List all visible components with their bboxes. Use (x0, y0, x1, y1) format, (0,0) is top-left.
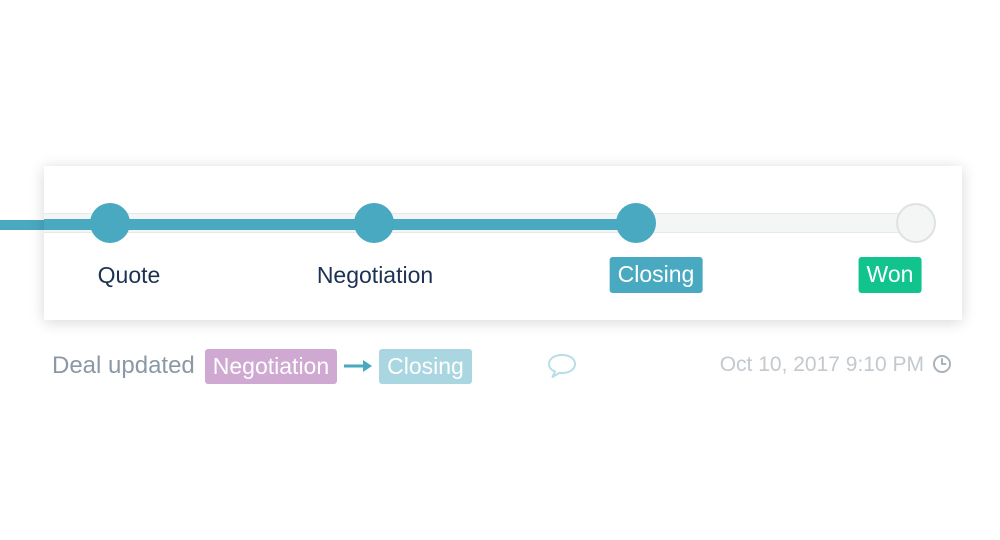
pipeline-card: Quote Negotiation Closing Won (44, 166, 962, 320)
stage-label-closing[interactable]: Closing (609, 257, 703, 293)
stage-node-closing[interactable] (616, 203, 656, 243)
activity-entry: Deal updated Negotiation Closing (52, 348, 472, 384)
pipeline-track-extension (0, 220, 50, 230)
speech-bubble-icon[interactable] (546, 351, 578, 381)
stage-node-negotiation[interactable] (354, 203, 394, 243)
to-stage-badge: Closing (379, 348, 472, 384)
stage-node-quote[interactable] (90, 203, 130, 243)
from-stage-badge: Negotiation (204, 348, 338, 384)
stage-label-quote[interactable]: Quote (98, 258, 161, 292)
arrow-right-icon (337, 359, 379, 373)
deal-activity-view: Quote Negotiation Closing Won Deal updat… (0, 0, 1000, 540)
clock-icon (932, 354, 952, 374)
activity-timestamp: Oct 10, 2017 9:10 PM (719, 353, 924, 376)
stage-label-negotiation[interactable]: Negotiation (317, 258, 433, 292)
pipeline-progress-fill (44, 219, 636, 230)
stage-label-won[interactable]: Won (858, 257, 922, 293)
stage-node-won[interactable] (896, 203, 936, 243)
activity-label: Deal updated (52, 352, 195, 379)
